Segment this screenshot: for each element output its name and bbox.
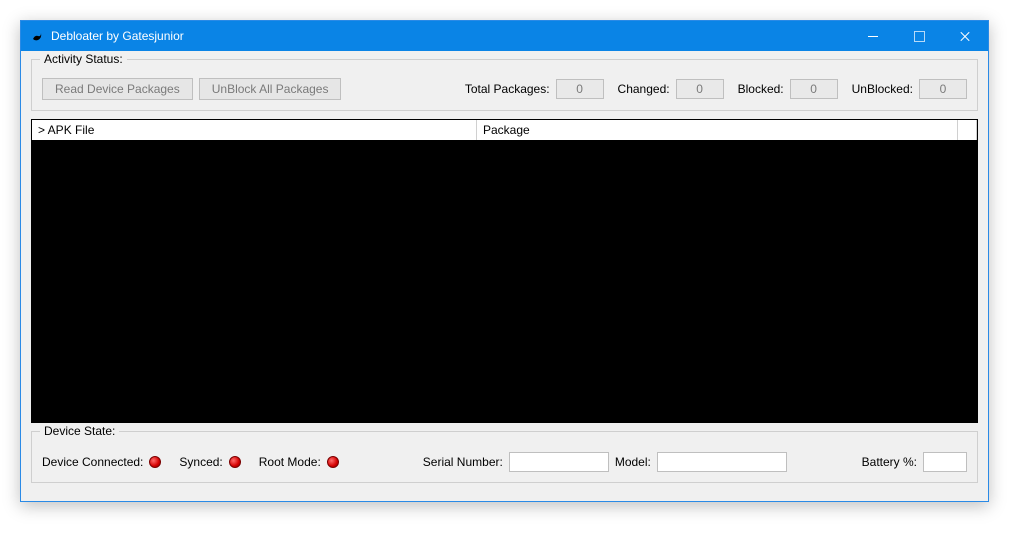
activity-status-legend: Activity Status:	[40, 52, 127, 66]
device-connected-label: Device Connected:	[42, 455, 143, 469]
column-spacer	[957, 120, 977, 140]
unblocked-value: 0	[919, 79, 967, 99]
battery-field[interactable]	[923, 452, 967, 472]
changed-value: 0	[676, 79, 724, 99]
column-apk-file[interactable]: > APK File	[32, 120, 477, 140]
serial-number-field[interactable]	[509, 452, 609, 472]
titlebar[interactable]: Debloater by Gatesjunior	[21, 21, 988, 51]
table-body[interactable]	[32, 140, 977, 422]
app-icon	[29, 28, 45, 44]
app-window: Debloater by Gatesjunior Activity Status…	[20, 20, 989, 502]
total-packages-label: Total Packages:	[465, 82, 550, 96]
activity-status-group: Activity Status: Read Device Packages Un…	[31, 59, 978, 111]
window-title: Debloater by Gatesjunior	[51, 29, 184, 43]
unblocked-label: UnBlocked:	[852, 82, 913, 96]
unblock-all-packages-button[interactable]: UnBlock All Packages	[199, 78, 342, 100]
device-state-legend: Device State:	[40, 424, 119, 438]
root-mode-label: Root Mode:	[259, 455, 321, 469]
battery-label: Battery %:	[862, 455, 917, 469]
close-button[interactable]	[942, 21, 988, 51]
changed-label: Changed:	[618, 82, 670, 96]
minimize-button[interactable]	[850, 21, 896, 51]
column-package[interactable]: Package	[477, 120, 957, 140]
total-packages-value: 0	[556, 79, 604, 99]
model-field[interactable]	[657, 452, 787, 472]
client-area: Activity Status: Read Device Packages Un…	[21, 51, 988, 501]
serial-number-label: Serial Number:	[423, 455, 503, 469]
synced-label: Synced:	[179, 455, 222, 469]
synced-led-icon	[229, 456, 241, 468]
model-label: Model:	[615, 455, 651, 469]
device-state-group: Device State: Device Connected: Synced: …	[31, 431, 978, 483]
blocked-value: 0	[790, 79, 838, 99]
packages-table[interactable]: > APK File Package	[31, 119, 978, 423]
maximize-button[interactable]	[896, 21, 942, 51]
table-header: > APK File Package	[32, 120, 977, 140]
device-connected-led-icon	[149, 456, 161, 468]
root-mode-led-icon	[327, 456, 339, 468]
read-device-packages-button[interactable]: Read Device Packages	[42, 78, 193, 100]
blocked-label: Blocked:	[738, 82, 784, 96]
